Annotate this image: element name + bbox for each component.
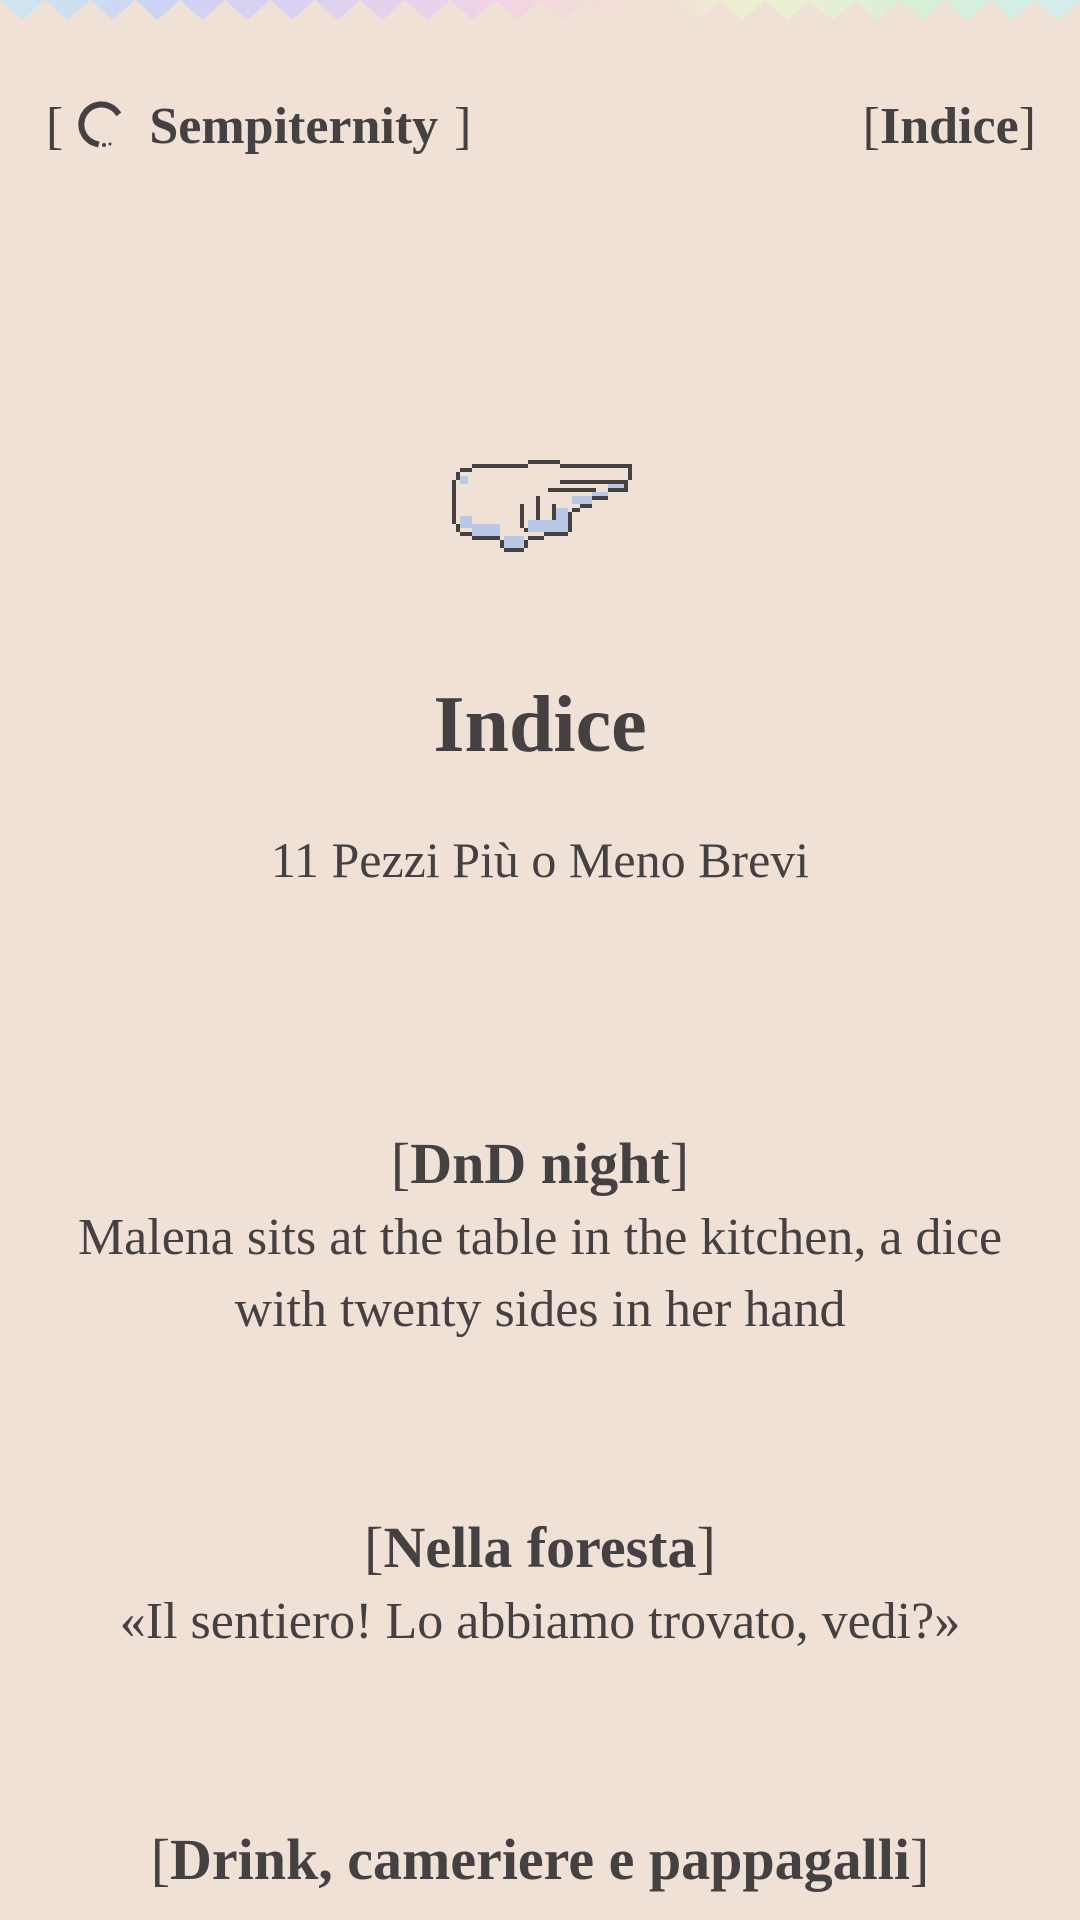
bracket-close: ] xyxy=(1018,98,1036,155)
bracket-close: ] xyxy=(696,1515,716,1580)
entry-link-nella-foresta[interactable]: [Nella foresta] xyxy=(60,1510,1020,1586)
bracket-open: [ xyxy=(150,1827,171,1892)
entry-title: DnD night xyxy=(410,1131,670,1196)
page-subtitle: 11 Pezzi Più o Meno Brevi xyxy=(270,832,810,888)
entry-title: Drink, cameriere e pappagalli xyxy=(170,1827,910,1892)
index-entry: [DnD night] Malena sits at the table in … xyxy=(60,1126,1020,1346)
entry-excerpt: Malena sits at the table in the kitchen,… xyxy=(77,1209,1003,1338)
entry-link-drink-cameriere-pappagalli[interactable]: [Drink, cameriere e pappagalli] xyxy=(60,1822,1020,1898)
pixel-pointing-hand-icon xyxy=(452,460,632,552)
bracket-close: ] xyxy=(669,1131,690,1196)
page-title: Indice xyxy=(433,681,647,769)
top-navigation: [ Sempiternity ] [Indice] xyxy=(0,92,1080,162)
bracket-open: [ xyxy=(46,98,64,155)
pastel-zigzag-border xyxy=(0,0,1080,20)
entry-title: Nella foresta xyxy=(383,1515,697,1580)
index-entry: [Drink, cameriere e pappagalli] xyxy=(60,1822,1020,1898)
entry-excerpt: «Il sentiero! Lo abbiamo trovato, vedi?» xyxy=(119,1593,961,1650)
site-name: Sempiternity xyxy=(149,98,439,155)
site-home-link[interactable]: [ Sempiternity ] xyxy=(46,92,472,162)
bracket-open: [ xyxy=(862,98,880,155)
index-entry: [Nella foresta] «Il sentiero! Lo abbiamo… xyxy=(60,1510,1020,1658)
bracket-close: ] xyxy=(909,1827,930,1892)
bracket-open: [ xyxy=(364,1515,384,1580)
index-link-label: Indice xyxy=(879,98,1019,155)
entry-link-dnd-night[interactable]: [DnD night] xyxy=(60,1126,1020,1202)
bracket-close: ] xyxy=(454,98,472,155)
bracket-open: [ xyxy=(390,1131,411,1196)
loading-spinner-icon xyxy=(78,101,122,148)
index-nav-link[interactable]: [Indice] xyxy=(863,92,1036,162)
